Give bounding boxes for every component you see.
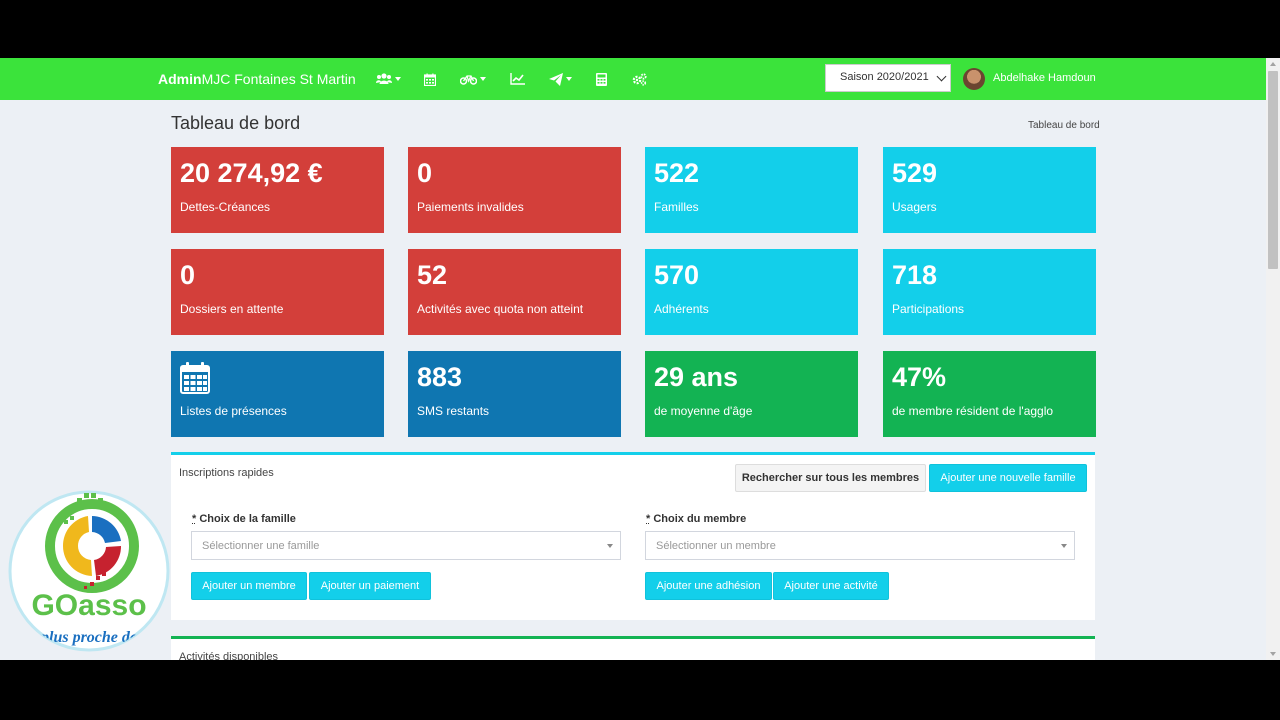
- brand-name: MJC Fontaines St Martin: [201, 71, 356, 87]
- brand-bold: Admin: [158, 71, 202, 87]
- tile-label: Dossiers en attente: [180, 302, 284, 316]
- member-select[interactable]: Sélectionner un membre: [645, 531, 1075, 560]
- calendar-icon: [180, 362, 210, 399]
- family-placeholder: Sélectionner une famille: [202, 540, 320, 552]
- required-mark: *: [646, 513, 651, 525]
- calendar-icon[interactable]: [424, 69, 436, 89]
- tile-label: Dettes-Créances: [180, 200, 271, 214]
- app-screen: AdminMJC Fontaines St Martin Saison 2020…: [0, 58, 1280, 660]
- tile-invalid-payments[interactable]: 0 Paiements invalides: [408, 147, 621, 233]
- tile-value: 883: [417, 362, 463, 392]
- tile-value: 529: [892, 158, 938, 188]
- goasso-watermark-logo: GOasso plus proche de: [8, 490, 170, 652]
- add-family-button[interactable]: Ajouter une nouvelle famille: [929, 464, 1087, 492]
- tile-average-age[interactable]: 29 ans de moyenne d'âge: [645, 351, 858, 437]
- tile-label: Usagers: [892, 200, 937, 214]
- tile-value: 0: [417, 158, 433, 188]
- scroll-up-arrow-icon[interactable]: [1270, 62, 1276, 66]
- tile-value: 718: [892, 260, 938, 290]
- tile-label: Activités avec quota non atteint: [417, 302, 584, 316]
- tile-value: 0: [180, 260, 196, 290]
- tile-label: SMS restants: [417, 404, 490, 418]
- scroll-thumb[interactable]: [1268, 71, 1278, 269]
- tile-value: 47%: [892, 362, 947, 392]
- tile-label: de moyenne d'âge: [654, 404, 753, 418]
- add-membership-button[interactable]: Ajouter une adhésion: [645, 572, 772, 600]
- tile-members[interactable]: 570 Adhérents: [645, 249, 858, 335]
- users-icon[interactable]: [376, 69, 401, 89]
- tile-resident-share[interactable]: 47% de membre résident de l'agglo: [883, 351, 1096, 437]
- tile-label: Participations: [892, 302, 965, 316]
- top-navbar: AdminMJC Fontaines St Martin Saison 2020…: [0, 58, 1266, 100]
- member-placeholder: Sélectionner un membre: [656, 540, 776, 552]
- tile-value: 522: [654, 158, 700, 188]
- add-activity-button[interactable]: Ajouter une activité: [773, 572, 889, 600]
- quick-registration-panel: Inscriptions rapides Rechercher sur tous…: [171, 452, 1095, 620]
- tile-participations[interactable]: 718 Participations: [883, 249, 1096, 335]
- tile-families[interactable]: 522 Familles: [645, 147, 858, 233]
- logo-wordmark: GOasso: [31, 589, 146, 622]
- add-member-button[interactable]: Ajouter un membre: [191, 572, 307, 600]
- season-select[interactable]: Saison 2020/2021: [825, 64, 951, 92]
- avatar[interactable]: [963, 68, 985, 90]
- required-mark: *: [192, 513, 197, 525]
- tile-label: Familles: [654, 200, 699, 214]
- tile-value: 570: [654, 260, 700, 290]
- member-field-label: * Choix du membre: [646, 513, 746, 525]
- tile-sms-remaining[interactable]: 883 SMS restants: [408, 351, 621, 437]
- paper-plane-icon[interactable]: [549, 69, 572, 89]
- tile-label: Listes de présences: [180, 404, 287, 418]
- cogs-icon[interactable]: [632, 69, 647, 89]
- user-menu[interactable]: Abdelhake Hamdoun: [993, 72, 1096, 84]
- chevron-down-icon: [607, 544, 613, 548]
- tile-activities-quota[interactable]: 52 Activités avec quota non atteint: [408, 249, 621, 335]
- tile-label: Paiements invalides: [417, 200, 524, 214]
- calculator-icon[interactable]: [596, 69, 607, 89]
- add-payment-button[interactable]: Ajouter un paiement: [309, 572, 431, 600]
- tile-value: 29 ans: [654, 362, 739, 392]
- chevron-down-icon: [1061, 544, 1067, 548]
- scroll-down-arrow-icon[interactable]: [1270, 652, 1276, 656]
- family-label-text: Choix de la famille: [199, 513, 296, 525]
- tile-label: de membre résident de l'agglo: [892, 404, 1054, 418]
- family-select[interactable]: Sélectionner une famille: [191, 531, 621, 560]
- family-field-label: * Choix de la famille: [192, 513, 296, 525]
- tile-debts[interactable]: 20 274,92 € Dettes-Créances: [171, 147, 384, 233]
- season-value: Saison 2020/2021: [840, 71, 929, 83]
- line-chart-icon[interactable]: [510, 69, 525, 89]
- tile-attendance-lists[interactable]: Listes de présences: [171, 351, 384, 437]
- bicycle-icon[interactable]: [460, 69, 486, 89]
- member-label-text: Choix du membre: [653, 513, 747, 525]
- page-title: Tableau de bord: [171, 113, 301, 133]
- tile-users[interactable]: 529 Usagers: [883, 147, 1096, 233]
- tile-value: 20 274,92 €: [180, 158, 323, 188]
- search-all-members-button[interactable]: Rechercher sur tous les membres: [735, 464, 926, 492]
- breadcrumb[interactable]: Tableau de bord: [1028, 120, 1100, 131]
- panel-title: Activités disponibles: [179, 651, 279, 660]
- tile-label: Adhérents: [654, 302, 709, 316]
- tile-pending-files[interactable]: 0 Dossiers en attente: [171, 249, 384, 335]
- page-scrollbar[interactable]: [1266, 58, 1280, 660]
- tile-value: 52: [417, 260, 448, 290]
- chevron-down-icon: [936, 71, 947, 82]
- available-activities-panel: Activités disponibles: [171, 636, 1095, 660]
- panel-title: Inscriptions rapides: [179, 467, 274, 479]
- brand-link[interactable]: AdminMJC Fontaines St Martin: [158, 71, 356, 87]
